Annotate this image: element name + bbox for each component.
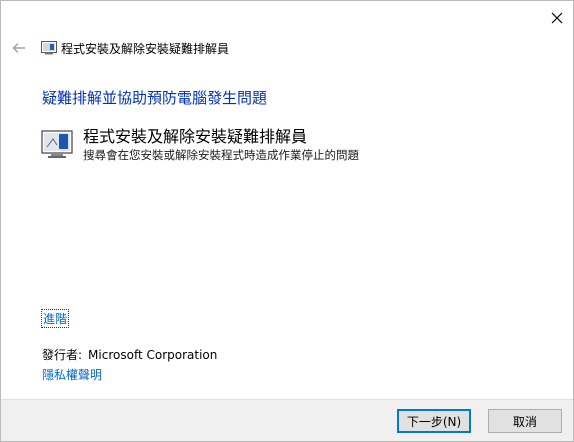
program-install-troubleshooter-icon [41, 130, 73, 158]
troubleshooter-window: 程式安裝及解除安裝疑難排解員 疑難排解並協助預防電腦發生問題 程式安裝及解除安裝… [0, 0, 574, 442]
close-button[interactable] [541, 3, 573, 33]
troubleshooter-description: 搜尋會在您安裝或解除安裝程式時造成作業停止的問題 [83, 148, 359, 162]
troubleshooter-title: 程式安裝及解除安裝疑難排解員 [83, 127, 308, 146]
back-button[interactable] [9, 39, 29, 57]
next-button[interactable]: 下一步(N) [397, 409, 471, 433]
publisher-info: 發行者: Microsoft Corporation [42, 346, 217, 363]
footer-bar: 下一步(N) 取消 [1, 399, 573, 441]
advanced-link[interactable]: 進階 [40, 309, 70, 328]
publisher-name: Microsoft Corporation [88, 348, 218, 362]
troubleshooter-item[interactable]: 程式安裝及解除安裝疑難排解員 搜尋會在您安裝或解除安裝程式時造成作業停止的問題 [41, 123, 461, 167]
window-title: 程式安裝及解除安裝疑難排解員 [61, 42, 230, 56]
close-icon [551, 12, 563, 24]
cancel-button[interactable]: 取消 [488, 409, 562, 433]
privacy-statement-link[interactable]: 隱私權聲明 [42, 366, 102, 383]
wizard-header: 程式安裝及解除安裝疑難排解員 [1, 35, 574, 61]
back-arrow-icon [12, 43, 25, 53]
page-heading: 疑難排解並協助預防電腦發生問題 [42, 89, 268, 107]
troubleshooter-small-icon [41, 41, 57, 55]
publisher-label: 發行者: [42, 348, 83, 362]
